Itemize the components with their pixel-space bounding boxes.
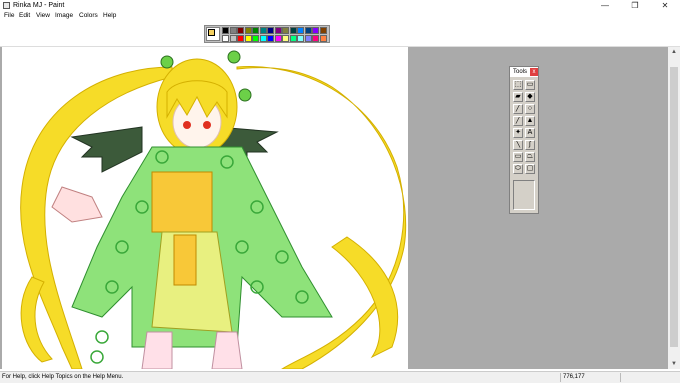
magnifier-icon: ○ xyxy=(527,105,533,112)
minimize-icon: — xyxy=(601,1,609,10)
rounded-rectangle-icon: ▢ xyxy=(526,165,534,172)
tool-box: Tools x ⬚ ▭ ▰ ◆ ╱ ○ ╱ ▲ ✦ A ╲ ∫ ▭ ⏢ ⬭ ▢ xyxy=(509,66,539,214)
curve-icon: ∫ xyxy=(529,141,531,148)
drawing-canvas[interactable] xyxy=(2,47,408,369)
pencil-icon: ╱ xyxy=(515,117,521,124)
palette-swatch[interactable] xyxy=(282,34,289,42)
brush-icon: ▲ xyxy=(526,117,534,124)
toolbox-title: Tools xyxy=(513,69,528,75)
palette-swatch[interactable] xyxy=(237,34,244,42)
fill-icon: ◆ xyxy=(527,93,533,100)
color-picker-icon: ╱ xyxy=(515,105,521,112)
tool-curve[interactable]: ∫ xyxy=(525,140,535,150)
scroll-down-icon[interactable]: ▼ xyxy=(668,359,680,369)
tool-select[interactable]: ▭ xyxy=(525,80,535,90)
workspace: Tools x ⬚ ▭ ▰ ◆ ╱ ○ ╱ ▲ ✦ A ╲ ∫ ▭ ⏢ ⬭ ▢ xyxy=(0,47,668,369)
palette-swatch[interactable] xyxy=(304,27,312,34)
toolbox-title-bar: Tools x xyxy=(510,67,538,77)
status-help-text: For Help, click Help Topics on the Help … xyxy=(2,374,124,380)
free-select-icon: ⬚ xyxy=(514,81,522,88)
palette-swatch[interactable] xyxy=(222,27,229,34)
palette-swatch[interactable] xyxy=(259,34,267,42)
status-cursor-coords: 776,177 xyxy=(563,374,585,380)
close-icon: ✕ xyxy=(661,1,669,10)
tool-eraser[interactable]: ▰ xyxy=(513,92,523,102)
palette-swatch[interactable] xyxy=(319,34,327,42)
palette-swatch[interactable] xyxy=(244,27,252,34)
menu-view[interactable]: View xyxy=(36,11,50,21)
palette-swatch[interactable] xyxy=(289,34,297,42)
color-palette xyxy=(204,25,330,43)
paint-app-icon xyxy=(3,2,10,9)
palette-swatch[interactable] xyxy=(259,27,267,34)
tool-free-select[interactable]: ⬚ xyxy=(513,80,523,90)
color-box xyxy=(0,21,680,47)
restore-icon: ❐ xyxy=(631,1,639,10)
vertical-scrollbar[interactable]: ▲ ▼ xyxy=(668,47,680,369)
palette-swatch[interactable] xyxy=(297,34,304,42)
artwork-illustration xyxy=(20,50,407,369)
tool-rectangle[interactable]: ▭ xyxy=(513,152,523,162)
tool-options-panel[interactable] xyxy=(513,180,535,210)
menu-edit[interactable]: Edit xyxy=(19,11,30,21)
palette-swatch[interactable] xyxy=(237,27,244,34)
palette-swatch[interactable] xyxy=(229,27,237,34)
palette-swatch[interactable] xyxy=(312,34,319,42)
tool-color-picker[interactable]: ╱ xyxy=(513,104,523,114)
palette-swatch[interactable] xyxy=(304,34,312,42)
tool-airbrush[interactable]: ✦ xyxy=(513,128,523,138)
select-icon: ▭ xyxy=(526,81,534,88)
menu-image[interactable]: Image xyxy=(55,11,73,21)
toolbox-close-button[interactable]: x xyxy=(530,68,538,76)
polygon-icon: ⏢ xyxy=(527,153,533,160)
palette-swatch[interactable] xyxy=(312,27,319,34)
tool-text[interactable]: A xyxy=(525,128,535,138)
eraser-icon: ▰ xyxy=(515,93,521,100)
menu-bar: File Edit View Image Colors Help xyxy=(0,11,680,21)
minimize-button[interactable]: — xyxy=(590,0,620,11)
airbrush-icon: ✦ xyxy=(515,129,521,136)
tool-rounded-rectangle[interactable]: ▢ xyxy=(525,164,535,174)
tool-brush[interactable]: ▲ xyxy=(525,116,535,126)
palette-swatch[interactable] xyxy=(274,34,282,42)
menu-file[interactable]: File xyxy=(4,11,14,21)
menu-help[interactable]: Help xyxy=(103,11,116,21)
menu-colors[interactable]: Colors xyxy=(79,11,98,21)
palette-swatch[interactable] xyxy=(229,34,237,42)
palette-swatch[interactable] xyxy=(267,27,274,34)
palette-swatch[interactable] xyxy=(282,27,289,34)
scrollbar-thumb[interactable] xyxy=(670,67,678,347)
palette-swatch[interactable] xyxy=(222,34,229,42)
tool-line[interactable]: ╲ xyxy=(513,140,523,150)
palette-swatch[interactable] xyxy=(267,34,274,42)
status-divider xyxy=(620,373,621,382)
current-colors[interactable] xyxy=(206,27,220,41)
tool-fill[interactable]: ◆ xyxy=(525,92,535,102)
rectangle-icon: ▭ xyxy=(514,153,522,160)
scroll-up-icon[interactable]: ▲ xyxy=(668,47,680,57)
tool-pencil[interactable]: ╱ xyxy=(513,116,523,126)
palette-swatch[interactable] xyxy=(274,27,282,34)
restore-button[interactable]: ❐ xyxy=(620,0,650,11)
tool-magnifier[interactable]: ○ xyxy=(525,104,535,114)
line-icon: ╲ xyxy=(515,141,521,148)
ellipse-icon: ⬭ xyxy=(515,165,521,172)
status-divider xyxy=(560,373,561,382)
status-bar: For Help, click Help Topics on the Help … xyxy=(0,371,680,383)
palette-swatch[interactable] xyxy=(289,27,297,34)
close-button[interactable]: ✕ xyxy=(650,0,680,11)
palette-swatch[interactable] xyxy=(319,27,327,34)
text-icon: A xyxy=(527,129,533,136)
palette-swatch[interactable] xyxy=(252,34,259,42)
foreground-color-swatch xyxy=(208,29,215,36)
window-title: Rinka MJ - Paint xyxy=(13,2,65,9)
palette-swatch[interactable] xyxy=(252,27,259,34)
title-bar: Rinka MJ - Paint — ❐ ✕ xyxy=(0,0,680,11)
tool-polygon[interactable]: ⏢ xyxy=(525,152,535,162)
palette-swatch[interactable] xyxy=(297,27,304,34)
palette-swatch[interactable] xyxy=(244,34,252,42)
tool-ellipse[interactable]: ⬭ xyxy=(513,164,523,174)
